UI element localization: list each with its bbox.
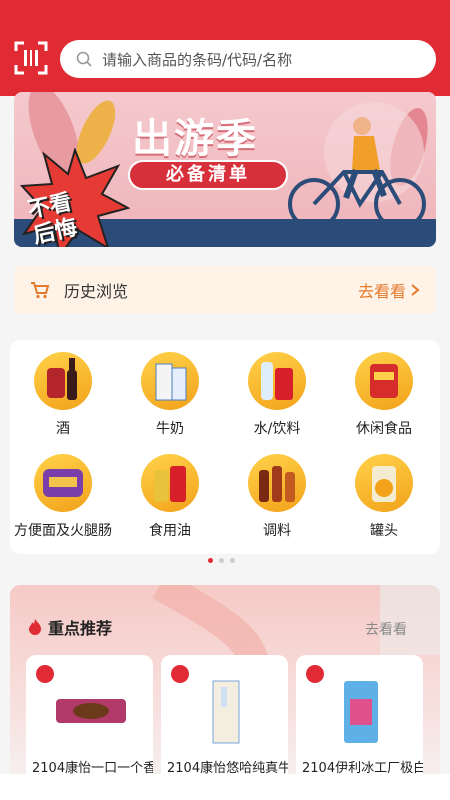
product-image [212,680,240,744]
category-label: 调料 [263,523,291,539]
category-water-drinks[interactable]: 水/饮料 [224,352,330,438]
drinks-icon [248,352,306,410]
category-noodles-ham[interactable]: 方便面及火腿肠 [10,454,116,540]
search-icon [76,51,92,67]
category-milk[interactable]: 牛奶 [117,352,223,438]
category-label: 休闲食品 [356,421,412,437]
noodles-icon [34,454,92,512]
canned-icon [355,454,413,512]
chevron-right-icon [411,284,420,296]
category-cooking-oil[interactable]: 食用油 [117,454,223,540]
promo-banner[interactable]: 不看 后悔 出游季 必备清单 [14,92,436,247]
category-label: 酒 [56,421,70,437]
oil-icon [141,454,199,512]
pager-dot[interactable] [230,558,235,563]
category-canned[interactable]: 罐头 [331,454,437,540]
banner-subtitle: 必备清单 [128,160,288,190]
cyclist-illustration [288,117,426,230]
history-more-link[interactable]: 去看看 [358,278,406,302]
category-label: 食用油 [149,523,191,539]
featured-more-link[interactable]: 去看看 [365,619,407,639]
wine-icon [34,352,92,410]
pager-dot[interactable] [219,558,224,563]
banner-title: 出游季 [132,116,258,162]
category-label: 方便面及火腿肠 [14,523,112,539]
category-wine[interactable]: 酒 [10,352,116,438]
featured-title: 重点推荐 [48,619,113,638]
pager-dot[interactable] [208,558,213,563]
header: 请输入商品的条码/代码/名称 [0,26,450,96]
cart-icon [31,282,50,299]
status-strip [0,0,450,26]
milk-icon [141,352,199,410]
category-label: 牛奶 [156,421,184,437]
history-label: 历史浏览 [64,282,129,301]
seasoning-icon [248,454,306,512]
category-grid: 酒 牛奶 水/饮料 休闲食品 方便面及火腿肠 食用油 调料 罐头 [10,340,440,554]
search-placeholder: 请输入商品的条码/代码/名称 [102,50,293,69]
featured-title-row: 重点推荐 [26,615,112,639]
bottom-bar [0,774,450,800]
category-label: 水/饮料 [253,421,301,437]
category-seasoning[interactable]: 调料 [224,454,330,540]
product-image [344,681,378,743]
fire-icon [29,619,41,635]
search-input[interactable]: 请输入商品的条码/代码/名称 [60,40,436,78]
product-image [56,699,126,723]
scan-icon[interactable] [14,41,48,75]
snacks-icon [355,352,413,410]
category-label: 罐头 [370,523,398,539]
category-snacks[interactable]: 休闲食品 [331,352,437,438]
history-bar[interactable]: 历史浏览 去看看 [14,266,436,314]
pager-dots [208,558,235,563]
featured-section: 重点推荐 去看看 2104康怡一口一个香 2104康怡悠哈纯真牛 2104伊利冰… [10,585,440,800]
